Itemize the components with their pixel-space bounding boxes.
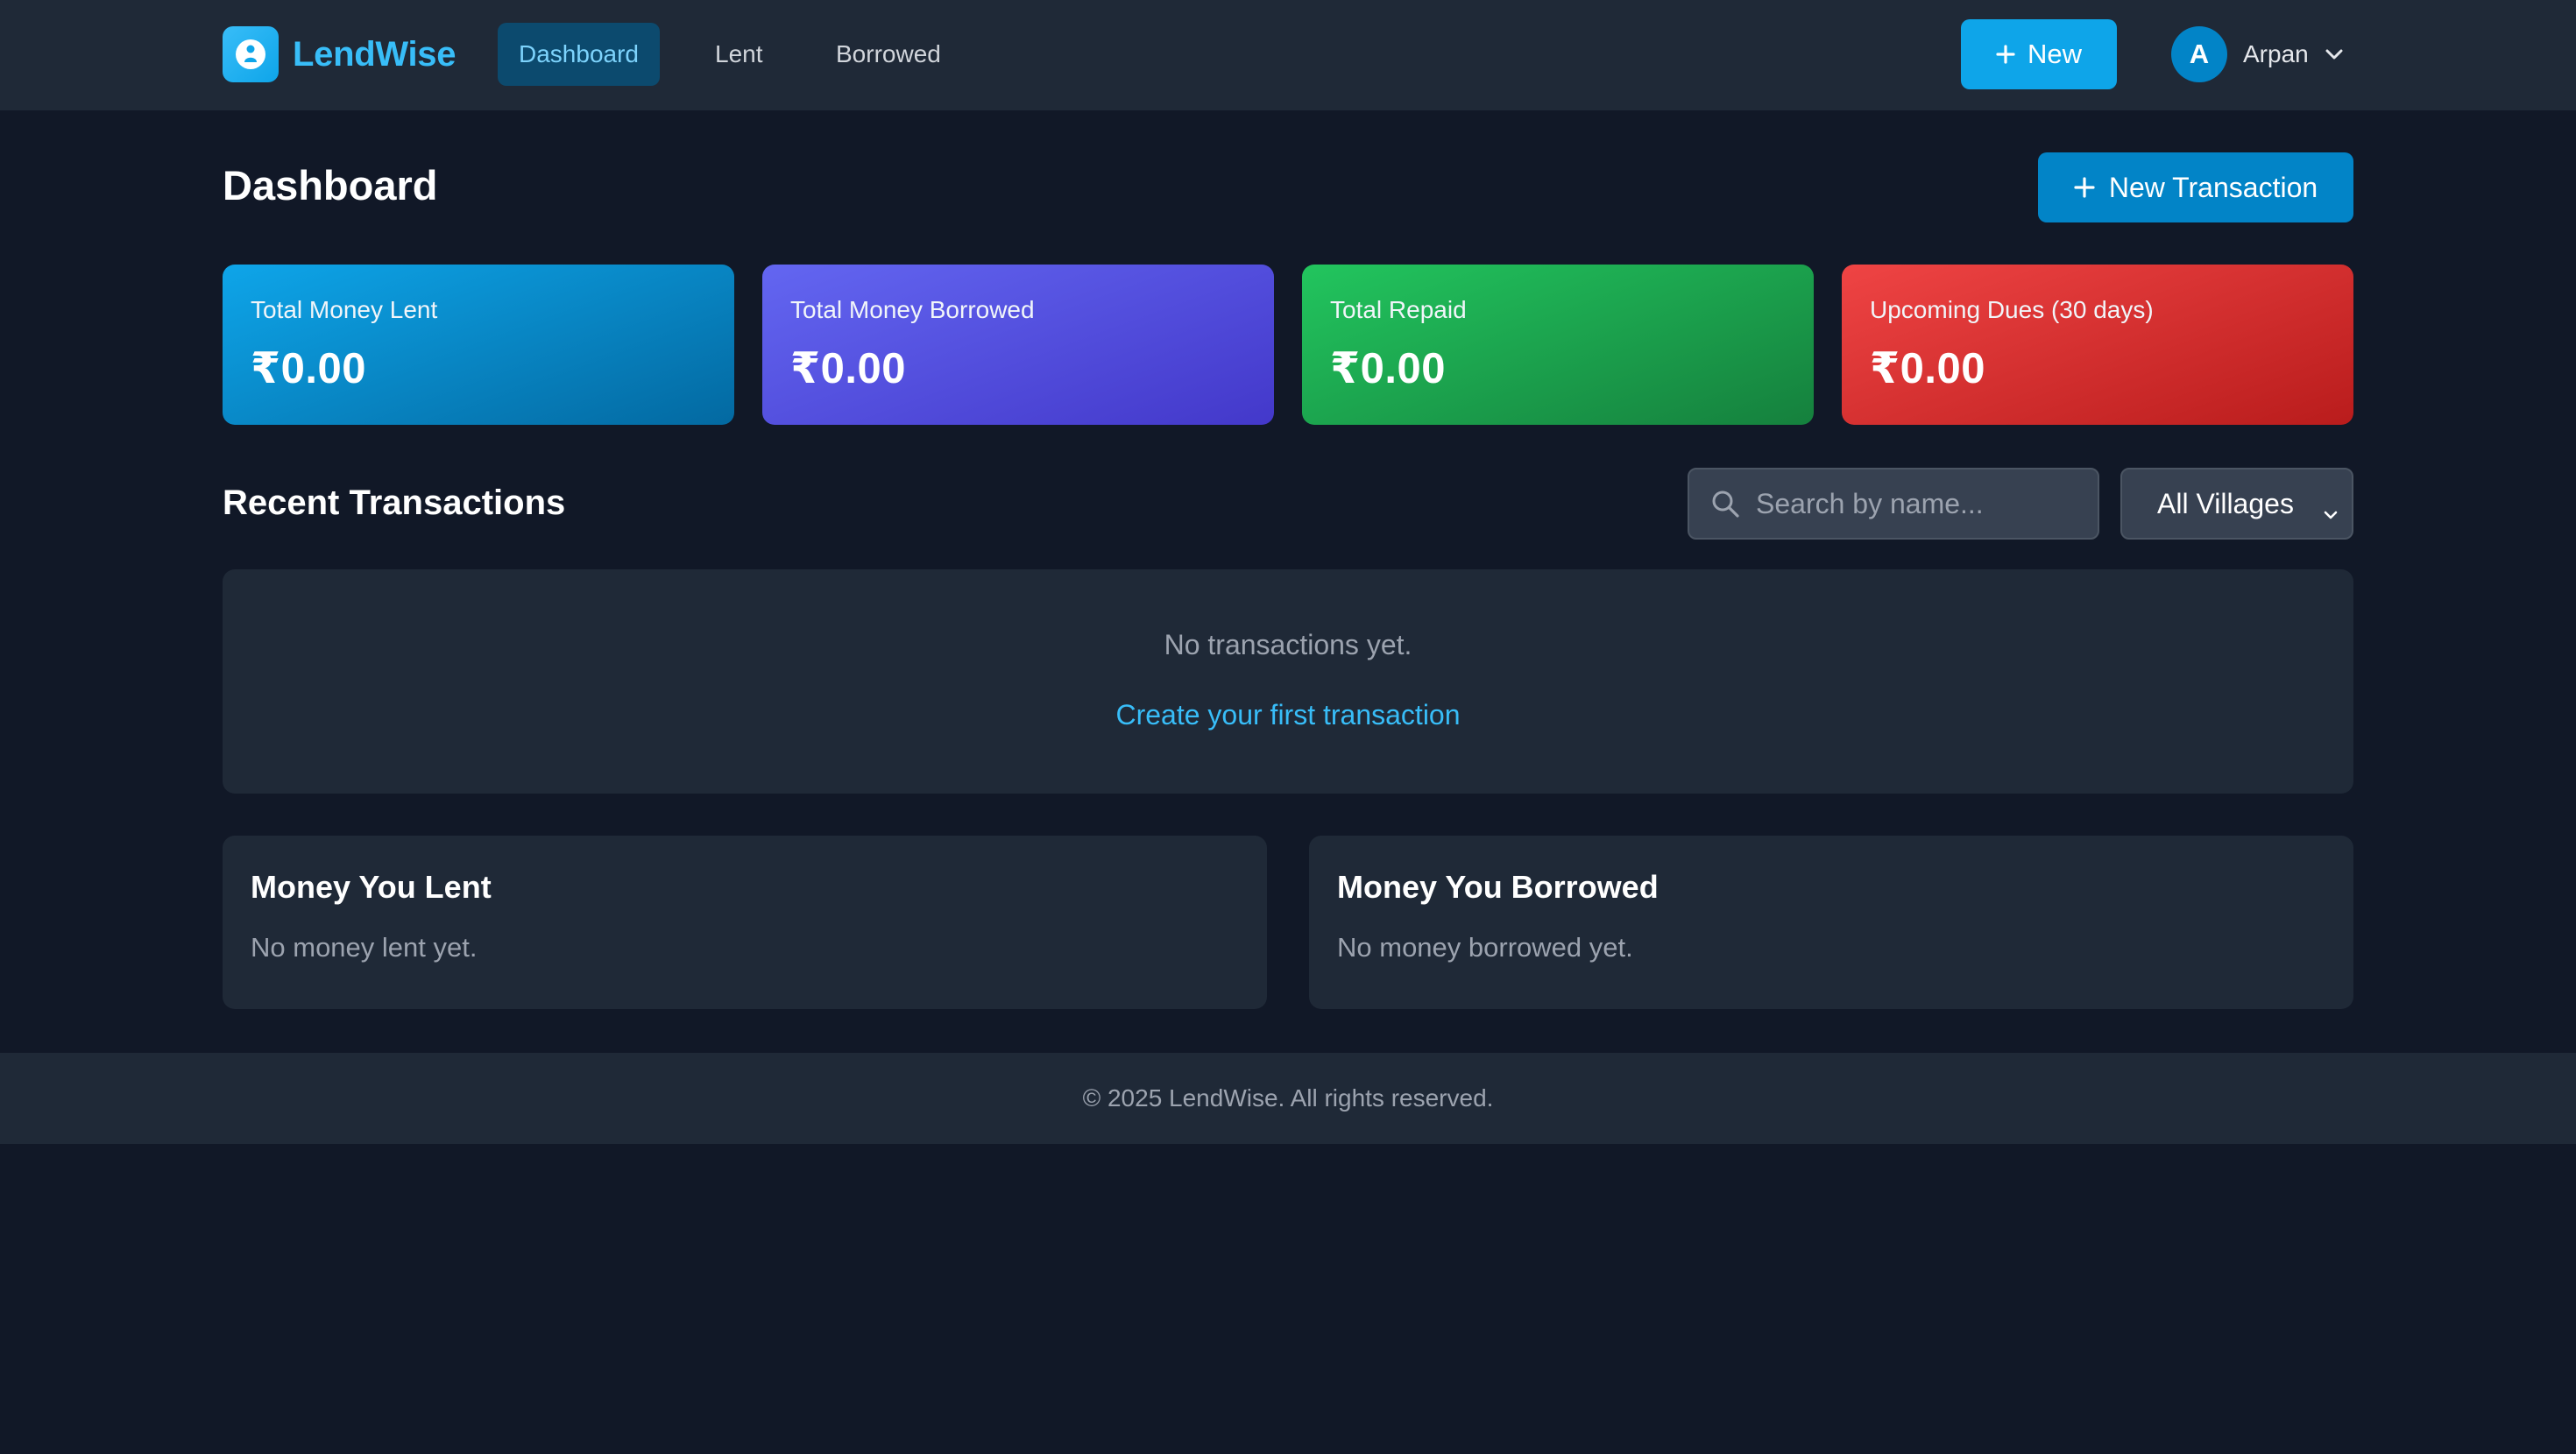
user-name: Arpan xyxy=(2243,40,2309,67)
page-title: Dashboard xyxy=(223,162,438,208)
panel-empty-text: No money lent yet. xyxy=(251,932,478,963)
chevron-down-icon xyxy=(2322,496,2339,528)
stat-label: Upcoming Dues (30 days) xyxy=(1870,296,2154,323)
search-input[interactable] xyxy=(1756,477,2089,530)
new-transaction-button[interactable]: New Transaction xyxy=(2038,152,2353,222)
create-first-transaction-link[interactable]: Create your first transaction xyxy=(1115,699,1460,731)
village-filter-value: All Villages xyxy=(2157,487,2294,519)
brand-logo-icon xyxy=(223,26,279,82)
nav-link-lent[interactable]: Lent xyxy=(694,23,784,86)
new-button[interactable]: New xyxy=(1961,19,2117,89)
nav-link-dashboard[interactable]: Dashboard xyxy=(498,23,660,86)
stat-card-total-lent: Total Money Lent ₹0.00 xyxy=(223,265,734,425)
village-filter-select[interactable]: All Villages xyxy=(2120,468,2353,540)
plus-icon xyxy=(2074,177,2095,198)
panel-title: Money You Lent xyxy=(251,869,492,905)
stat-card-upcoming-dues: Upcoming Dues (30 days) ₹0.00 xyxy=(1842,265,2353,425)
nav-link-borrowed[interactable]: Borrowed xyxy=(815,23,962,86)
stat-card-total-repaid: Total Repaid ₹0.00 xyxy=(1302,265,1814,425)
stat-card-total-borrowed: Total Money Borrowed ₹0.00 xyxy=(762,265,1274,425)
search-icon xyxy=(1712,491,1739,518)
avatar: A xyxy=(2171,26,2227,82)
money-lent-panel: Money You Lent No money lent yet. xyxy=(223,836,1267,1009)
footer: © 2025 LendWise. All rights reserved. xyxy=(0,1053,2576,1144)
brand[interactable]: LendWise xyxy=(223,26,456,82)
user-menu[interactable]: A Arpan xyxy=(2171,26,2344,82)
transactions-empty-state: No transactions yet. Create your first t… xyxy=(223,569,2353,794)
panel-empty-text: No money borrowed yet. xyxy=(1337,932,1633,963)
chevron-down-icon xyxy=(2325,48,2344,60)
stat-value: ₹0.00 xyxy=(1870,345,1985,392)
new-button-label: New xyxy=(2027,39,2082,69)
new-transaction-label: New Transaction xyxy=(2108,171,2318,203)
stat-value: ₹0.00 xyxy=(790,345,906,392)
empty-state-text: No transactions yet. xyxy=(1164,629,1412,660)
panel-title: Money You Borrowed xyxy=(1337,869,1659,905)
stat-value: ₹0.00 xyxy=(251,345,366,392)
plus-icon xyxy=(1996,45,2015,64)
money-borrowed-panel: Money You Borrowed No money borrowed yet… xyxy=(1309,836,2353,1009)
top-navbar: LendWise Dashboard Lent Borrowed New A A… xyxy=(0,0,2576,110)
footer-copyright: © 2025 LendWise. All rights reserved. xyxy=(1082,1084,1494,1112)
stat-label: Total Repaid xyxy=(1330,296,1467,323)
stat-value: ₹0.00 xyxy=(1330,345,1446,392)
search-box xyxy=(1688,468,2099,540)
recent-transactions-title: Recent Transactions xyxy=(223,483,566,522)
stat-label: Total Money Lent xyxy=(251,296,438,323)
stat-label: Total Money Borrowed xyxy=(790,296,1035,323)
brand-name: LendWise xyxy=(293,34,456,74)
